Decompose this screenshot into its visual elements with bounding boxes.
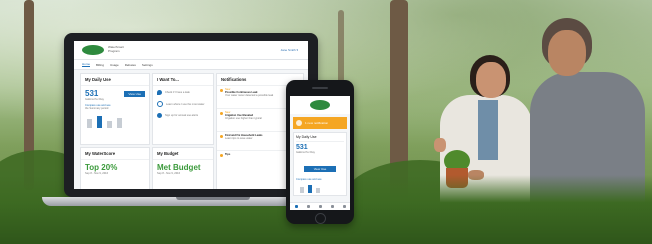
action-label: Check if I have a leak (165, 91, 190, 94)
waterscore-value: Top 20% (85, 163, 118, 172)
laptop: WaterSmart Program Jane Smith ▾ Home Bil… (42, 33, 340, 206)
notification-dot (220, 89, 223, 92)
nav-usage[interactable]: Usage (110, 63, 119, 67)
action-item[interactable]: Check if I have a leak (157, 90, 209, 95)
budget-value: Met Budget (157, 163, 201, 172)
nav-rebates[interactable]: Rebates (125, 63, 136, 67)
bell-icon (296, 120, 302, 126)
usage-bar (97, 116, 102, 128)
card-title: My WaterScore (81, 148, 149, 160)
action-item[interactable]: Learn where I use the most water (157, 101, 209, 107)
phone-daily-use-unit: Gallons Per Day (296, 151, 315, 154)
notification-banner-text: 1 new notification (305, 121, 329, 125)
daily-use-card: My Daily Use 531 Gallons Per Day View Us… (80, 73, 150, 145)
nav-billing[interactable]: Billing (96, 63, 104, 67)
phone-view-use-button[interactable]: View Use (303, 166, 337, 172)
app-header: WaterSmart Program Jane Smith ▾ (74, 41, 308, 60)
woman-face (476, 62, 506, 98)
search-icon (157, 101, 163, 107)
main-nav: Home Billing Usage Rebates Settings (74, 60, 308, 70)
phone-daily-use-card: My Daily Use 531 Gallons Per Day View Us… (293, 132, 347, 196)
notification-dot (220, 112, 223, 115)
compare-sub: the Summary period (85, 107, 109, 110)
card-title: My Daily Use (296, 135, 344, 142)
usage-bar (107, 121, 112, 128)
laptop-lid: WaterSmart Program Jane Smith ▾ Home Bil… (64, 33, 318, 197)
nav-settings[interactable]: Settings (142, 63, 153, 67)
water-drop-icon (157, 90, 162, 95)
action-item[interactable]: Sign up for annual use alerts (157, 113, 209, 118)
usage-mini-chart (85, 112, 145, 128)
home-icon[interactable] (294, 205, 298, 208)
man-face (548, 30, 586, 76)
usage-mini-chart (296, 183, 344, 193)
action-label: Sign up for annual use alerts (165, 114, 199, 117)
hand (434, 138, 446, 152)
view-use-button[interactable]: View Use (124, 91, 145, 97)
laptop-notch (176, 197, 250, 200)
phone-tab-bar (290, 202, 350, 210)
phone-compare-link[interactable]: Compare use and see (296, 178, 344, 181)
card-title: My Daily Use (81, 74, 149, 86)
usage-bar (117, 118, 122, 128)
usage-bar (300, 187, 304, 193)
card-title: I Want To... (153, 74, 213, 86)
budget-card: My Budget Met Budget Sep 8 - Nov 9, 2016 (152, 147, 214, 189)
logo-subtitle: WaterSmart Program (108, 45, 124, 53)
billing-icon[interactable] (306, 205, 310, 208)
phone-daily-use-value: 531 (296, 144, 308, 151)
notification-dot (220, 135, 223, 138)
budget-date: Sep 8 - Nov 9, 2016 (157, 172, 181, 175)
alert-icon (157, 113, 162, 118)
brand-logo (310, 100, 330, 110)
woman-shirt (478, 100, 498, 160)
smartphone: 1 new notification My Daily Use 531 Gall… (286, 80, 354, 224)
rebates-icon[interactable] (330, 205, 334, 208)
settings-icon[interactable] (342, 205, 346, 208)
laptop-screen: WaterSmart Program Jane Smith ▾ Home Bil… (74, 41, 308, 189)
account-link[interactable]: Jane Smith ▾ (281, 48, 298, 52)
usage-icon[interactable] (318, 205, 322, 208)
waterscore-card: My WaterScore Top 20% Sep 8 - Nov 9, 201… (80, 147, 150, 189)
card-title: My Budget (153, 148, 213, 160)
usage-bar (308, 185, 312, 193)
notification-dot (220, 154, 223, 157)
i-want-to-card: I Want To... Check if I have a leak Lear… (152, 73, 214, 145)
usage-bar (87, 119, 92, 128)
hero-photo: WaterSmart Program Jane Smith ▾ Home Bil… (0, 0, 652, 244)
waterscore-date: Sep 8 - Nov 9, 2016 (85, 172, 109, 175)
notification-banner[interactable]: 1 new notification (293, 117, 347, 129)
phone-home-button (315, 213, 326, 224)
usage-bar (316, 188, 320, 193)
nav-home[interactable]: Home (82, 62, 91, 67)
brand-logo (82, 45, 104, 55)
phone-header (290, 96, 350, 114)
daily-use-unit: Gallons Per Day (85, 98, 104, 101)
phone-screen: 1 new notification My Daily Use 531 Gall… (290, 96, 350, 210)
phone-speaker (312, 87, 328, 89)
action-label: Learn where I use the most water (166, 102, 205, 106)
